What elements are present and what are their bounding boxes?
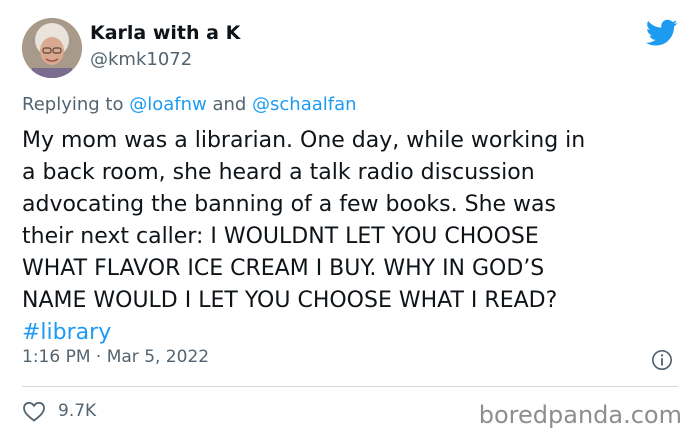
watermark: boredpanda.com <box>478 401 682 429</box>
tweet-text-line: My mom was a librarian. One day, while w… <box>22 128 586 153</box>
tweet-text: My mom was a librarian. One day, while w… <box>22 125 692 349</box>
like-count: 9.7K <box>58 401 97 421</box>
like-button[interactable]: 9.7K <box>22 400 96 422</box>
tweet-text-line: NAME WOULD I LET YOU CHOOSE WHAT I READ? <box>22 288 558 313</box>
tweet-header: Karla with a K @kmk1072 <box>22 15 678 81</box>
tweet-text-line: their next caller: I WOULDNT LET YOU CHO… <box>22 224 539 249</box>
user-handle[interactable]: @kmk1072 <box>90 48 240 72</box>
mention-link[interactable]: @schaalfan <box>252 94 357 115</box>
tweet-timestamp[interactable]: 1:16 PM · Mar 5, 2022 <box>22 347 209 367</box>
display-name[interactable]: Karla with a K <box>90 21 240 45</box>
reply-conjunction: and <box>206 94 253 115</box>
reply-prefix: Replying to <box>22 94 130 115</box>
tweet-text-line: a back room, she heard a talk radio disc… <box>22 160 535 185</box>
mention-link[interactable]: @loafnw <box>129 94 207 115</box>
twitter-bird-icon[interactable] <box>646 19 678 47</box>
tweet-text-line: advocating the banning of a few books. S… <box>22 192 556 217</box>
avatar[interactable] <box>22 18 82 78</box>
info-icon[interactable] <box>651 349 673 371</box>
divider <box>22 386 678 387</box>
heart-icon <box>23 401 45 422</box>
tweet-text-line: WHAT FLAVOR ICE CREAM I BUY. WHY IN GOD’… <box>22 256 545 281</box>
reply-context: Replying to @loafnw and @schaalfan <box>22 94 357 115</box>
hashtag-link[interactable]: #library <box>22 317 692 349</box>
